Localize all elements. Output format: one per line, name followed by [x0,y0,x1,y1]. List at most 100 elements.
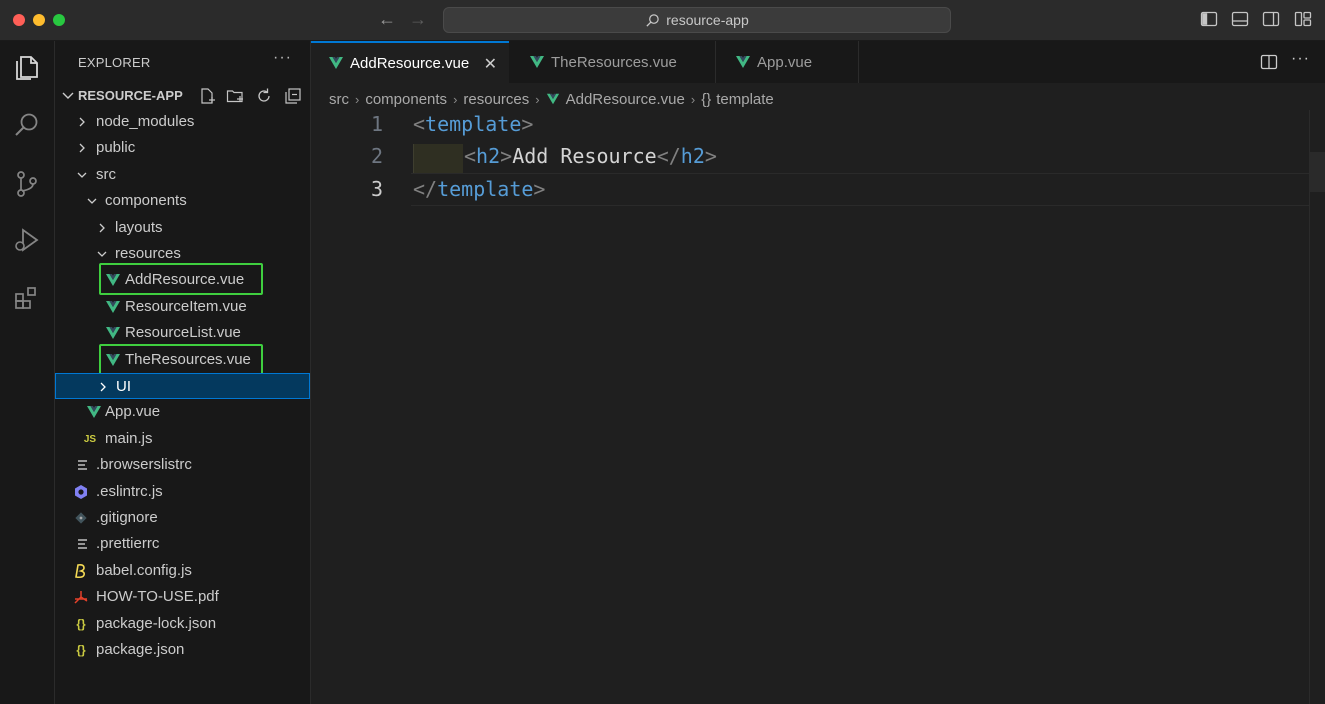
tree-item-ui[interactable]: UI [55,373,310,399]
tree-item-browserslistrc[interactable]: .browserslistrc [55,452,310,478]
tree-item-eslintrc-js[interactable]: .eslintrc.js [55,479,310,505]
explorer-sidebar: EXPLORER ··· RESOURCE-APP node_modules p… [55,41,311,704]
tab-app-vue[interactable]: App.vue [716,41,859,83]
customize-layout-icon[interactable] [1294,10,1312,28]
tab-label: App.vue [757,53,813,71]
window-close-button[interactable] [13,14,25,26]
tree-item-label: resources [115,245,181,262]
code-tag: template [437,177,534,201]
tree-item-label: ResourceList.vue [125,324,241,341]
breadcrumb-item[interactable]: template [716,91,774,108]
tree-item-resourcelist-vue[interactable]: ResourceList.vue [55,320,310,346]
code-line-active[interactable]: 3 </template> [311,173,1309,206]
code-punct: </ [413,177,438,201]
refresh-icon[interactable] [255,87,273,105]
breadcrumb-item[interactable]: src [329,91,349,108]
code-line[interactable]: 1 <template> [311,108,1309,141]
code-punct: </ [656,144,681,168]
vertical-scrollbar[interactable] [1309,110,1325,704]
search-icon [15,113,38,136]
window-minimize-button[interactable] [33,14,45,26]
tree-item-components[interactable]: components [55,188,310,214]
tree-item-label: babel.config.js [96,562,192,579]
tree-item-src[interactable]: src [55,162,310,188]
chevron-right-icon: › [453,91,458,107]
code-text: <template> [413,108,533,141]
new-folder-icon[interactable] [226,87,244,105]
search-icon [646,13,659,27]
search-activity-button[interactable] [8,106,46,144]
chevron-down-icon [62,92,74,99]
tree-item-package-lock-json[interactable]: {} package-lock.json [55,611,310,637]
scrollbar-thumb[interactable] [1310,152,1325,192]
explorer-activity-button[interactable] [8,49,46,87]
explorer-title: EXPLORER [78,55,151,70]
tree-item-node-modules[interactable]: node_modules [55,109,310,135]
editor-more-actions-icon[interactable]: ··· [1291,50,1309,68]
forward-arrow-icon[interactable]: → [407,8,429,30]
code-punct: < [413,112,426,136]
tree-item-app-vue[interactable]: App.vue [55,399,310,425]
tree-item-package-json[interactable]: {} package.json [55,637,310,663]
code-text: </template> [413,173,545,206]
tab-label: AddResource.vue [350,54,470,72]
code-editor[interactable]: src › components › resources › AddResour… [311,83,1325,704]
tree-item-babel-config-js[interactable]: babel.config.js [55,558,310,584]
run-debug-icon [15,228,39,252]
tree-item-main-js[interactable]: JS main.js [55,426,310,452]
code-tag: h2 [680,144,705,168]
code-tag: template [425,112,522,136]
tab-theresources-vue[interactable]: TheResources.vue [510,41,716,83]
toggle-primary-sidebar-icon[interactable] [1200,10,1218,28]
run-debug-activity-button[interactable] [8,221,46,259]
tree-item-gitignore[interactable]: .gitignore [55,505,310,531]
breadcrumb-item[interactable]: AddResource.vue [566,91,685,108]
search-text: resource-app [666,12,749,28]
vue-file-icon [106,327,120,339]
tab-addresource-vue[interactable]: AddResource.vue ✕ [311,41,509,83]
text-file-icon [78,539,87,549]
breadcrumb-item[interactable]: components [365,91,447,108]
tree-item-prettierrc[interactable]: .prettierrc [55,531,310,557]
breadcrumb: src › components › resources › AddResour… [329,88,774,110]
window-maximize-button[interactable] [53,14,65,26]
code-line[interactable]: 2 <h2>Add Resource</h2> [311,140,1309,173]
back-arrow-icon[interactable]: ← [376,8,398,30]
babel-file-icon [75,564,85,579]
chevron-right-icon [79,117,85,127]
tree-item-public[interactable]: public [55,135,310,161]
code-content: Add Resource [512,144,657,168]
project-folder-header[interactable]: RESOURCE-APP [55,83,311,109]
tree-item-label: UI [116,378,131,395]
tab-label: TheResources.vue [551,53,677,71]
tree-item-label: ResourceItem.vue [125,298,247,315]
current-line-highlight [411,173,1309,206]
code-text: <h2>Add Resource</h2> [464,140,717,173]
tree-item-label: components [105,192,187,209]
braces-icon: {} [701,90,712,108]
vue-file-icon [87,406,101,418]
extensions-activity-button[interactable] [8,280,46,318]
editor-tab-bar: AddResource.vue ✕ TheResources.vue App.v… [311,41,1325,83]
tree-item-layouts[interactable]: layouts [55,215,310,241]
collapse-all-icon[interactable] [284,87,302,105]
source-control-icon [17,171,37,197]
split-editor-icon[interactable] [1260,53,1278,71]
tree-item-label: .gitignore [96,509,158,526]
tree-item-resourceitem-vue[interactable]: ResourceItem.vue [55,294,310,320]
chevron-right-icon [99,223,105,233]
close-icon[interactable]: ✕ [484,54,497,74]
source-control-activity-button[interactable] [8,165,46,203]
toggle-secondary-sidebar-icon[interactable] [1262,10,1280,28]
new-file-icon[interactable] [198,87,216,105]
git-file-icon [75,512,87,524]
breadcrumb-item[interactable]: resources [463,91,529,108]
toggle-panel-icon[interactable] [1231,10,1249,28]
tree-item-label: src [96,166,116,183]
line-number: 3 [370,177,383,201]
chevron-right-icon [79,143,85,153]
command-center-search[interactable]: resource-app [443,7,951,33]
tree-item-label: package.json [96,641,185,658]
more-actions-icon[interactable]: ··· [273,49,292,67]
tree-item-how-to-use-pdf[interactable]: HOW-TO-USE.pdf [55,584,310,610]
